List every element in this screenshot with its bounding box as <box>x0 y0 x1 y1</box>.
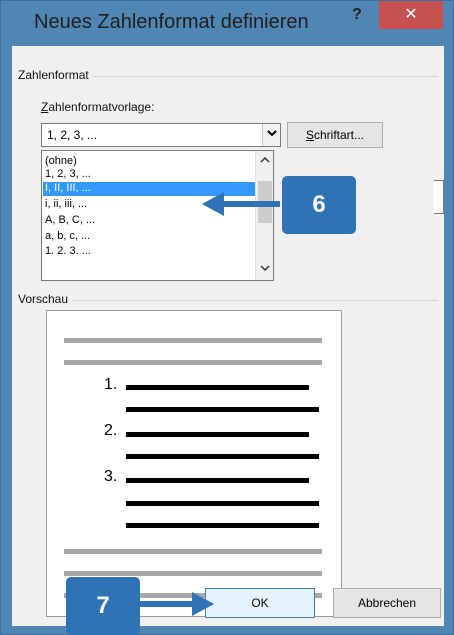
tutorial-arrows <box>135 192 280 616</box>
step-callout-7: 7 <box>66 577 140 635</box>
arrow-to-ok-button <box>135 592 214 616</box>
step-callout-6: 6 <box>282 176 356 234</box>
arrow-to-list-item <box>202 192 280 216</box>
